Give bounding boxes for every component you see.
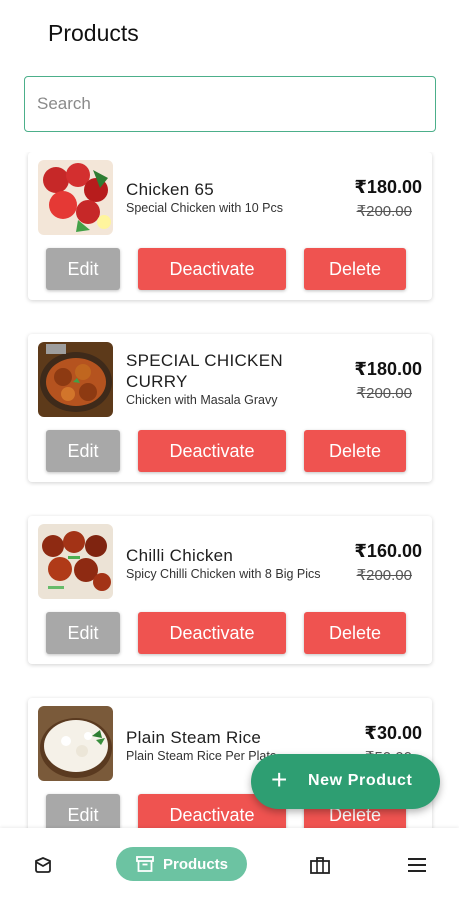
chicken-65-photo: [38, 160, 113, 235]
product-name: Plain Steam Rice: [126, 728, 262, 747]
product-description: Special Chicken with 10 Pcs: [126, 201, 284, 215]
plus-icon: +: [271, 764, 288, 795]
new-product-button[interactable]: + New Product: [251, 754, 440, 809]
product-name: SPECIAL CHICKEN CURRY: [126, 351, 283, 391]
search-input[interactable]: [24, 76, 436, 132]
archive-icon: [136, 856, 154, 872]
product-image: [38, 160, 113, 235]
briefcase-icon: [310, 857, 330, 874]
product-name: Chicken 65: [126, 180, 215, 199]
product-list[interactable]: Chicken 65 Special Chicken with 10 Pcs ₹…: [0, 152, 459, 828]
product-price: ₹180.00: [354, 177, 422, 197]
product-price: ₹180.00: [354, 359, 422, 379]
deactivate-button[interactable]: Deactivate: [138, 248, 286, 290]
product-price: ₹30.00: [364, 723, 422, 743]
product-price: ₹160.00: [354, 541, 422, 561]
product-image: [38, 342, 113, 417]
product-image: [38, 706, 113, 781]
nav-products-label: Products: [162, 855, 228, 873]
product-old-price: ₹200.00: [356, 385, 412, 402]
product-card: Chilli Chicken Spicy Chilli Chicken with…: [28, 516, 432, 664]
product-card: SPECIAL CHICKEN CURRY Chicken with Masal…: [28, 334, 432, 482]
nav-menu[interactable]: [400, 848, 434, 882]
orders-box-icon: [35, 857, 51, 873]
product-old-price: ₹200.00: [356, 567, 412, 584]
delete-button[interactable]: Delete: [304, 430, 406, 472]
product-old-price: ₹200.00: [356, 203, 412, 220]
chilli-chicken-photo: [38, 524, 113, 599]
delete-button[interactable]: Delete: [304, 248, 406, 290]
edit-button[interactable]: Edit: [46, 430, 120, 472]
nav-business[interactable]: [303, 848, 337, 882]
delete-button[interactable]: Delete: [304, 612, 406, 654]
deactivate-button[interactable]: Deactivate: [138, 612, 286, 654]
new-product-label: New Product: [308, 772, 413, 789]
edit-button[interactable]: Edit: [46, 248, 120, 290]
product-description: Chicken with Masala Gravy: [126, 393, 278, 407]
page-title: Products: [48, 20, 139, 46]
product-image: [38, 524, 113, 599]
nav-products[interactable]: Products: [116, 847, 247, 881]
chicken-curry-photo: [38, 342, 113, 417]
deactivate-button[interactable]: Deactivate: [138, 430, 286, 472]
product-card: Chicken 65 Special Chicken with 10 Pcs ₹…: [28, 152, 432, 300]
app-header: Products: [0, 0, 459, 68]
menu-icon: [408, 858, 426, 872]
steam-rice-photo: [38, 706, 113, 781]
bottom-navigation: Products: [0, 828, 459, 900]
nav-orders[interactable]: [26, 848, 60, 882]
edit-button[interactable]: Edit: [46, 612, 120, 654]
edit-button[interactable]: Edit: [46, 794, 120, 828]
product-description: Spicy Chilli Chicken with 8 Big Pics: [126, 567, 321, 581]
product-name: Chilli Chicken: [126, 546, 234, 565]
